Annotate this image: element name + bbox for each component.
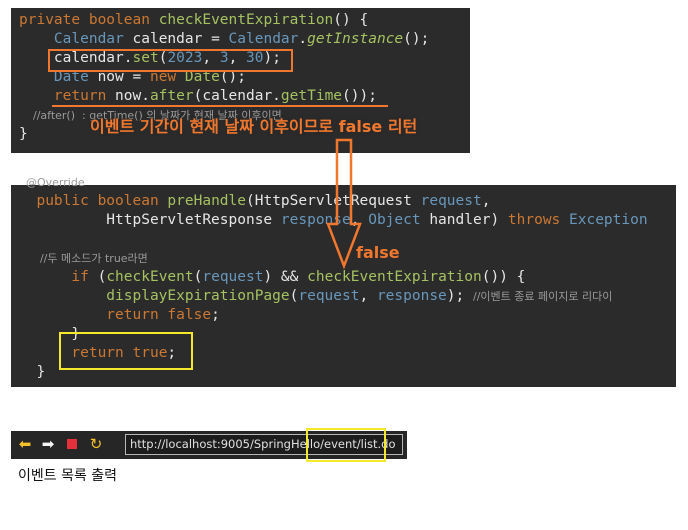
code-line: }	[19, 363, 45, 382]
code-token: now.	[115, 88, 150, 104]
code-token: checkEventExpiration	[158, 12, 334, 28]
code-token: );	[446, 288, 473, 304]
forward-arrow-icon[interactable]: ➡	[39, 435, 57, 453]
caption-text: 이벤트 목록 출력	[18, 468, 118, 484]
code-token: //이벤트 종료 페이지로 리다이	[472, 290, 613, 303]
highlight-url-path	[306, 428, 386, 462]
code-token: false	[167, 307, 212, 323]
code-token: ,	[359, 288, 377, 304]
code-token: handler	[429, 212, 491, 228]
code-token: .	[298, 31, 308, 47]
code-token: }	[19, 364, 46, 380]
code-token: Calendar	[228, 31, 299, 47]
code-token: (	[246, 193, 255, 209]
code-token: ,	[481, 193, 491, 209]
code-token: return	[19, 88, 116, 104]
code-token: ;	[211, 307, 220, 323]
code-token: @Override	[19, 176, 85, 189]
code-token: boolean	[97, 193, 168, 209]
code-token: =	[211, 31, 229, 47]
code-token: public	[19, 193, 98, 209]
code-token: after	[149, 88, 194, 104]
code-token: (calendar.	[193, 88, 281, 104]
code-token: request	[298, 288, 360, 304]
code-token: checkEvent	[106, 269, 194, 285]
annotation-false-label: false	[356, 243, 400, 262]
code-token: (	[97, 269, 107, 285]
code-token: calendar	[132, 31, 212, 47]
code-token: request	[420, 193, 482, 209]
code-token: displayExpirationPage	[19, 288, 290, 304]
code-line: //두 메소드가 true라면	[19, 249, 148, 268]
code-token: ) &&	[263, 269, 308, 285]
code-token: checkEventExpiration	[307, 269, 482, 285]
code-token: boolean	[88, 12, 159, 28]
down-arrow-icon	[326, 138, 362, 270]
code-token: preHandle	[167, 193, 246, 209]
code-token: Exception	[569, 212, 648, 228]
code-token: HttpServletResponse	[19, 212, 281, 228]
code-token: )	[490, 212, 508, 228]
code-token: if	[19, 269, 98, 285]
code-token: response	[376, 288, 447, 304]
code-token: getInstance	[307, 31, 404, 47]
code-token: //두 메소드가 true라면	[19, 252, 148, 265]
code-token: Calendar	[19, 31, 133, 47]
code-token: return	[19, 307, 168, 323]
code-token: getTime	[280, 88, 343, 104]
code-line: if (checkEvent(request) && checkEventExp…	[19, 268, 525, 287]
code-line: displayExpirationPage(request, response)…	[19, 287, 612, 306]
code-line: private boolean checkEventExpiration() {	[19, 11, 368, 30]
code-token: request	[202, 269, 264, 285]
code-token: ()) {	[481, 269, 526, 285]
stop-icon[interactable]	[63, 435, 81, 453]
code-line: public boolean preHandle(HttpServletRequ…	[19, 192, 490, 211]
code-line: }	[19, 125, 28, 144]
code-line: Calendar calendar = Calendar.getInstance…	[19, 30, 429, 49]
code-line: return now.after(calendar.getTime());	[19, 87, 377, 106]
code-token: Object	[368, 212, 430, 228]
code-token: throws	[507, 212, 570, 228]
highlight-return-underline	[52, 105, 388, 107]
highlight-calendar-set	[48, 49, 293, 72]
highlight-return-true	[59, 332, 193, 370]
code-token: }	[19, 126, 28, 142]
refresh-icon[interactable]: ↻	[87, 435, 105, 453]
code-token: () {	[333, 12, 369, 28]
code-token: private	[19, 12, 89, 28]
back-arrow-icon[interactable]: ⬅	[16, 435, 34, 453]
code-token: //after() :	[19, 109, 90, 122]
code-line: return false;	[19, 306, 220, 325]
code-line: @Override	[19, 173, 85, 192]
code-token: ());	[342, 88, 377, 104]
code-token: ();	[403, 31, 430, 47]
annotation-main-text: 이벤트 기간이 현재 날짜 이후이므로 false 리턴	[90, 117, 418, 136]
